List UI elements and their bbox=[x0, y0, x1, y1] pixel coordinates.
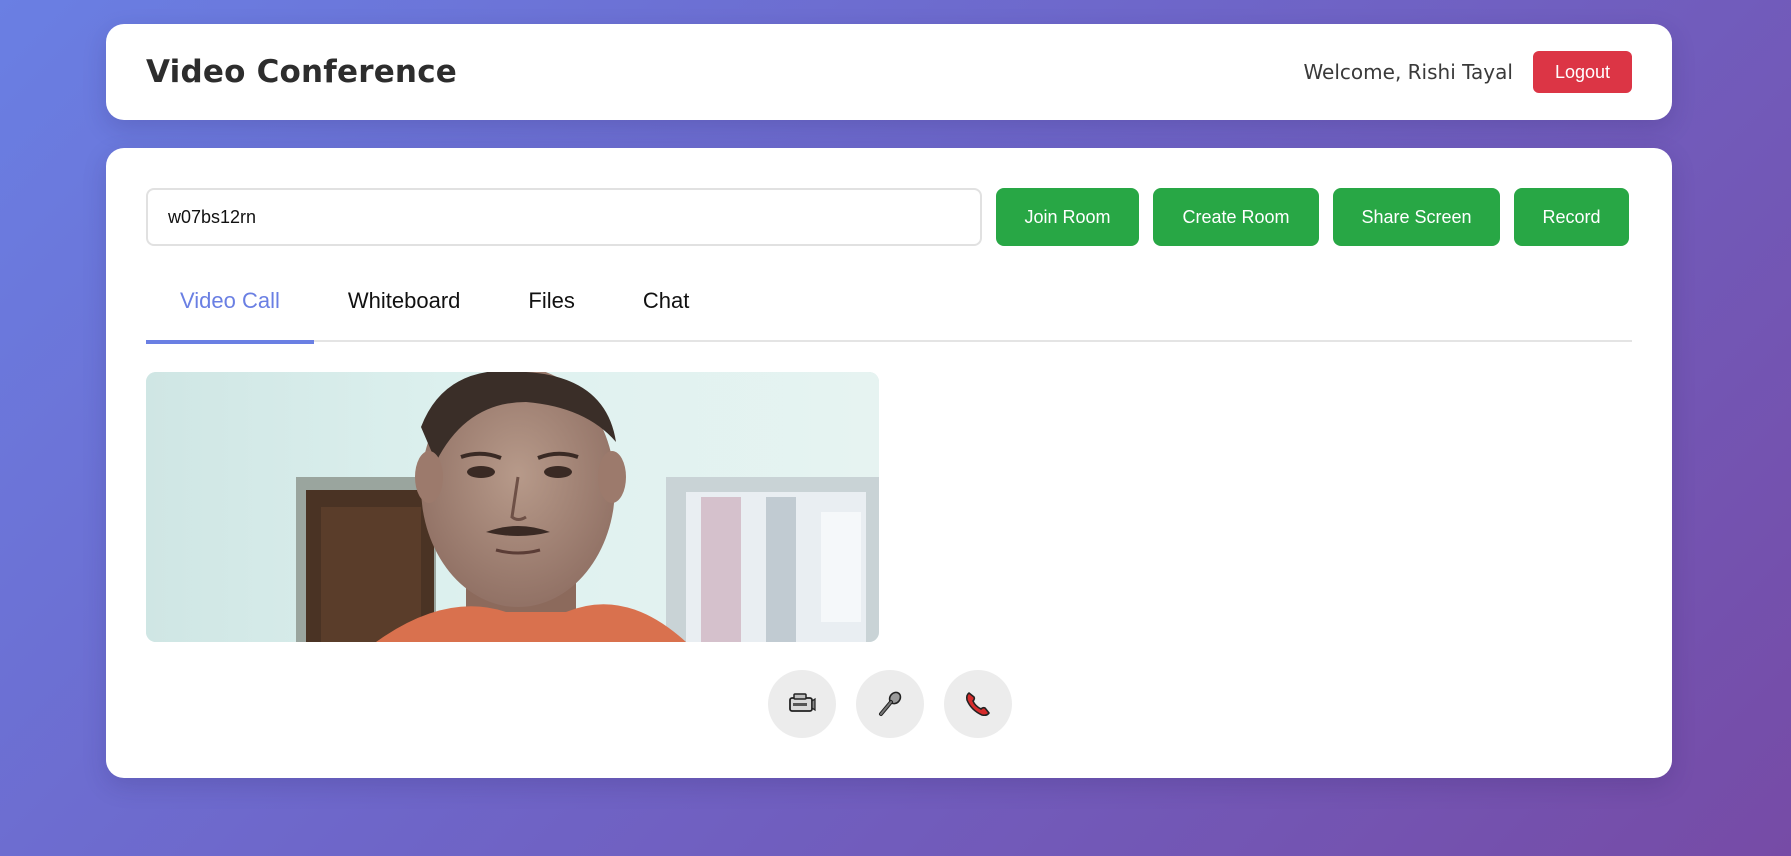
local-video bbox=[146, 372, 879, 642]
room-id-input[interactable] bbox=[146, 188, 982, 246]
toggle-mic-button[interactable] bbox=[856, 670, 924, 738]
join-room-button[interactable]: Join Room bbox=[996, 188, 1139, 246]
room-controls: Join Room Create Room Share Screen Recor… bbox=[146, 188, 1632, 246]
create-room-button[interactable]: Create Room bbox=[1153, 188, 1319, 246]
call-controls bbox=[768, 670, 1012, 738]
tab-whiteboard[interactable]: Whiteboard bbox=[314, 272, 495, 342]
main-panel: Join Room Create Room Share Screen Recor… bbox=[106, 148, 1672, 778]
share-screen-button[interactable]: Share Screen bbox=[1333, 188, 1500, 246]
logout-button[interactable]: Logout bbox=[1532, 51, 1632, 93]
record-button[interactable]: Record bbox=[1514, 188, 1629, 246]
user-area: Welcome, Rishi Tayal Logout bbox=[1303, 51, 1632, 93]
end-call-button[interactable] bbox=[944, 670, 1012, 738]
tab-files[interactable]: Files bbox=[494, 272, 608, 342]
welcome-text: Welcome, Rishi Tayal bbox=[1303, 60, 1513, 84]
end-call-icon bbox=[965, 692, 990, 717]
toggle-video-button[interactable] bbox=[768, 670, 836, 738]
top-header: Video Conference Welcome, Rishi Tayal Lo… bbox=[106, 24, 1672, 120]
video-feed-image bbox=[146, 372, 879, 642]
video-camera-icon bbox=[789, 693, 816, 712]
tab-video-call[interactable]: Video Call bbox=[146, 272, 314, 344]
app-title: Video Conference bbox=[146, 54, 457, 90]
microphone-icon bbox=[879, 691, 902, 716]
tab-chat[interactable]: Chat bbox=[609, 272, 723, 342]
tab-bar: Video Call Whiteboard Files Chat bbox=[146, 272, 1632, 344]
